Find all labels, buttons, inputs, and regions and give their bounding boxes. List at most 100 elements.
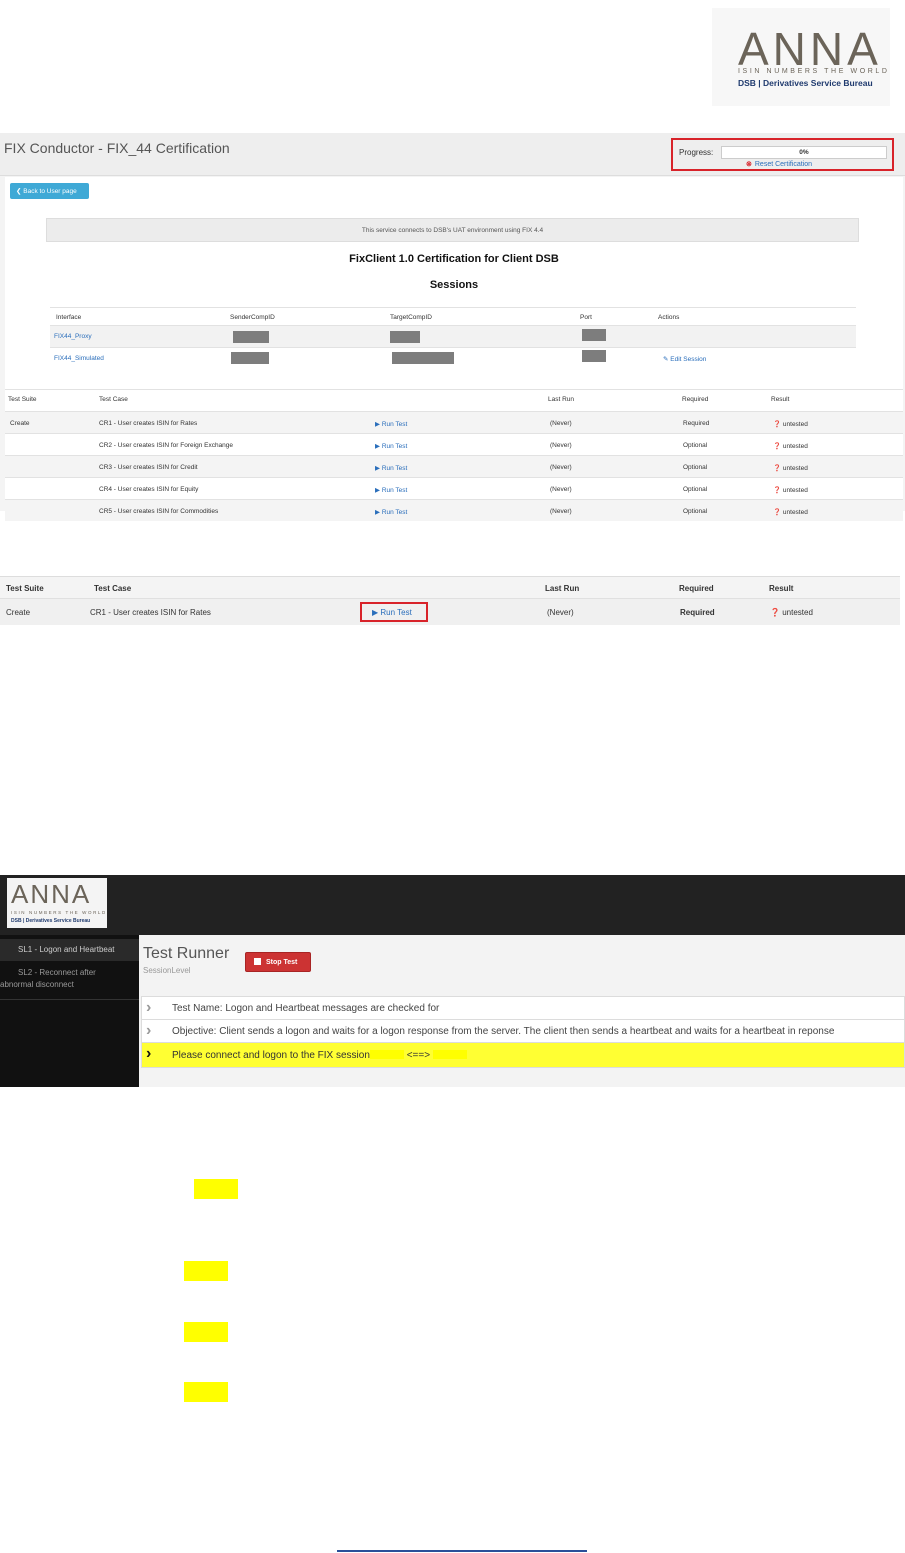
edit-session-link[interactable]: ✎ Edit Session <box>663 355 706 363</box>
reset-certification-link[interactable]: ⊗ Reset Certification <box>746 160 812 168</box>
table-row: Create CR1 - User creates ISIN for Rates… <box>5 411 903 433</box>
test-name-row[interactable]: › Test Name: Logon and Heartbeat message… <box>141 996 905 1020</box>
divider <box>0 999 139 1000</box>
redacted-block <box>233 331 269 343</box>
sessions-heading: Sessions <box>429 279 479 291</box>
session-row: FIX44_Simulated ✎ Edit Session <box>50 347 856 369</box>
last-run: (Never) <box>550 508 572 515</box>
tests-table: Test Suite Test Case Last Run Required R… <box>5 389 903 521</box>
test-case: CR1 - User creates ISIN for Rates <box>90 608 211 617</box>
redacted-highlight <box>369 1050 404 1059</box>
run-test-label: Run Test <box>381 465 408 472</box>
session-row: FIX44_Proxy <box>50 325 856 347</box>
result-label: untested <box>782 487 808 494</box>
play-icon: ▶ <box>375 509 382 516</box>
result-status: ❓ untested <box>773 464 808 472</box>
run-test-label: Run Test <box>381 421 408 428</box>
logo-tagline: ISIN NUMBERS THE WORLD <box>738 68 890 75</box>
objective-row[interactable]: › Objective: Client sends a logon and wa… <box>141 1019 905 1043</box>
col-result: Result <box>771 396 790 403</box>
redacted-block <box>582 329 606 341</box>
result-status: ❓ untested <box>773 508 808 516</box>
run-test-link[interactable]: ▶ Run Test <box>372 608 412 617</box>
run-test-link[interactable]: ▶ Run Test <box>375 486 407 494</box>
col-required: Required <box>679 584 714 593</box>
run-test-link[interactable]: ▶ Run Test <box>375 420 407 428</box>
table-row: CR5 - User creates ISIN for Commodities … <box>5 499 903 521</box>
session-interface-link[interactable]: FIX44_Simulated <box>54 355 104 362</box>
instruction-prefix: Please connect and logon to the FIX sess… <box>172 1050 370 1061</box>
test-case: CR1 - User creates ISIN for Rates <box>99 420 198 427</box>
stop-test-label: Stop Test <box>266 959 298 966</box>
col-test-case: Test Case <box>94 584 132 593</box>
test-case: CR3 - User creates ISIN for Credit <box>99 464 198 471</box>
instruction-text: Please connect and logon to the FIX sess… <box>172 1050 467 1061</box>
runner-title: Test Runner <box>143 945 230 962</box>
session-interface-link[interactable]: FIX44_Proxy <box>54 333 92 340</box>
edit-session-label: Edit Session <box>670 356 707 363</box>
col-targetcompid: TargetCompID <box>390 314 432 321</box>
col-last-run: Last Run <box>545 584 580 593</box>
redacted-block <box>392 352 454 364</box>
stop-test-button[interactable]: Stop Test <box>245 952 311 972</box>
sidebar-item-sl2[interactable]: SL2 - Reconnect after abnormal disconnec… <box>0 967 139 997</box>
result-status: ❓ untested <box>770 608 813 617</box>
table-row: CR2 - User creates ISIN for Foreign Exch… <box>5 433 903 455</box>
progress-label: Progress: <box>679 148 714 157</box>
logo-wordmark: ANNA <box>11 879 92 909</box>
run-test-link[interactable]: ▶ Run Test <box>375 442 407 450</box>
redacted-block <box>582 350 606 362</box>
table-row: Create CR1 - User creates ISIN for Rates… <box>0 599 900 625</box>
play-icon: ▶ <box>375 487 382 494</box>
sidebar-item-sl1[interactable]: SL1 - Logon and Heartbeat <box>0 939 139 961</box>
sessions-header-row: Interface SenderCompID TargetCompID Port… <box>50 307 856 325</box>
top-bar: ANNA ISIN NUMBERS THE WORLD DSB | Deriva… <box>0 875 905 935</box>
question-circle-icon: ❓ <box>773 509 782 516</box>
anna-dsb-logo: ANNA ISIN NUMBERS THE WORLD DSB | Deriva… <box>712 8 890 106</box>
play-icon: ▶ <box>375 443 382 450</box>
highlight-marker <box>194 1179 238 1199</box>
close-circle-icon: ⊗ <box>746 161 752 168</box>
instruction-row[interactable]: › Please connect and logon to the FIX se… <box>141 1042 905 1068</box>
logo-subtitle: DSB | Derivatives Service Bureau <box>738 78 873 88</box>
zoom-header-row: Test Suite Test Case Last Run Required R… <box>0 577 900 599</box>
question-circle-icon: ❓ <box>770 608 780 617</box>
back-button[interactable]: ❮ Back to User page <box>10 183 89 199</box>
col-interface: Interface <box>56 314 82 321</box>
required-status: Optional <box>683 442 708 449</box>
last-run: (Never) <box>547 608 574 617</box>
logo-tagline: ISIN NUMBERS THE WORLD <box>11 910 107 915</box>
sessions-table: Interface SenderCompID TargetCompID Port… <box>50 307 856 369</box>
result-status: ❓ untested <box>773 442 808 450</box>
certification-title: FixClient 1.0 Certification for Client D… <box>349 253 559 265</box>
highlight-marker <box>184 1322 228 1342</box>
result-status: ❓ untested <box>773 486 808 494</box>
result-status: ❓ untested <box>773 420 808 428</box>
run-test-link[interactable]: ▶ Run Test <box>375 464 407 472</box>
sidebar-item-label: abnormal disconnect <box>0 980 74 989</box>
chevron-right-icon: › <box>146 1022 152 1039</box>
objective-text: Objective: Client sends a logon and wait… <box>172 1026 835 1037</box>
test-suite: Create <box>10 420 30 427</box>
result-label: untested <box>782 443 808 450</box>
run-test-zoom-panel: Test Suite Test Case Last Run Required R… <box>0 576 900 625</box>
test-steps: › Test Name: Logon and Heartbeat message… <box>141 996 905 1068</box>
panel-header: FIX Conductor - FIX_44 Certification Pro… <box>0 133 905 176</box>
chevron-right-icon: › <box>146 1045 152 1062</box>
col-sendercompid: SenderCompID <box>230 314 275 321</box>
play-icon: ▶ <box>375 421 382 428</box>
required-status: Optional <box>683 486 708 493</box>
table-row: CR3 - User creates ISIN for Credit ▶ Run… <box>5 455 903 477</box>
col-result: Result <box>769 584 794 593</box>
runner-subtitle: SessionLevel <box>143 966 191 975</box>
instruction-arrow: <==> <box>406 1050 431 1061</box>
result-label: untested <box>782 465 808 472</box>
last-run: (Never) <box>550 464 572 471</box>
run-test-link[interactable]: ▶ Run Test <box>375 508 407 516</box>
last-run: (Never) <box>550 486 572 493</box>
run-test-label: Run Test <box>381 487 408 494</box>
highlight-marker <box>184 1261 228 1281</box>
last-run: (Never) <box>550 442 572 449</box>
required-status: Required <box>683 420 710 427</box>
result-label: untested <box>782 509 808 516</box>
